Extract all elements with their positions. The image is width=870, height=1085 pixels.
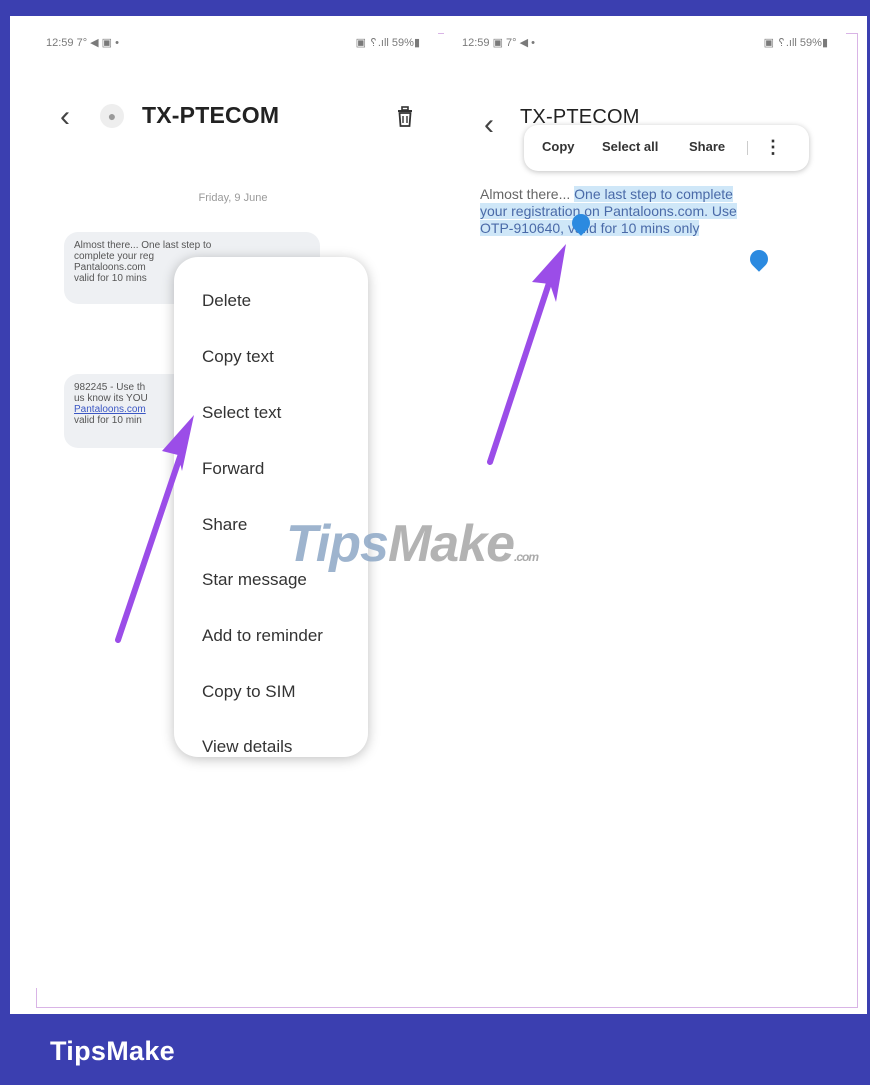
pointer-arrow-icon <box>487 244 566 465</box>
trash-icon[interactable] <box>396 106 414 128</box>
menu-item-delete[interactable]: Delete <box>202 291 251 311</box>
status-icons: ▣ ␦.ıll 59%▮ <box>763 37 828 49</box>
menu-item-view-details[interactable]: View details <box>202 737 292 757</box>
chevron-left-icon[interactable]: ‹ <box>484 108 494 142</box>
pointer-arrow-icon <box>115 415 194 643</box>
footer-brand: TipsMake <box>50 1036 175 1066</box>
watermark-com: .com <box>514 550 539 564</box>
menu-item-copy-to-sim[interactable]: Copy to SIM <box>202 682 296 702</box>
left-phone-screen: 12:59 7° ◀ ▣ • ▣ ␦.ıll 59%▮ ‹ ● TX-PTECO… <box>28 18 438 988</box>
status-bar: 12:59 ▣ 7° ◀ • ▣ ␦.ıll 59%▮ <box>462 36 828 52</box>
message-line: Almost there... One last step to <box>74 240 212 251</box>
status-time: 12:59 7° ◀ ▣ • <box>46 37 119 49</box>
conversation-title: TX-PTECOM <box>142 102 280 128</box>
message-plain-text: Almost there... <box>480 186 575 202</box>
toolbar-select-all-button[interactable]: Select all <box>602 139 658 154</box>
toolbar-share-button[interactable]: Share <box>689 139 725 154</box>
conversation-header: ‹ ● TX-PTECOM <box>28 100 438 140</box>
watermark-tips: Tips <box>286 515 389 573</box>
person-icon[interactable]: ● <box>100 104 124 128</box>
toolbar-divider <box>747 141 748 155</box>
date-separator: Friday, 9 June <box>198 192 268 204</box>
selection-end-handle[interactable] <box>746 246 772 272</box>
watermark-make: Make <box>387 515 515 573</box>
menu-item-copy-text[interactable]: Copy text <box>202 347 274 367</box>
watermark-logo: TipsMake.com <box>286 514 539 574</box>
status-time: 12:59 ▣ 7° ◀ • <box>462 37 535 49</box>
text-selection-toolbar: Copy Select all Share ⋮ <box>524 125 809 171</box>
status-icons: ▣ ␦.ıll 59%▮ <box>355 37 420 49</box>
more-vertical-icon[interactable]: ⋮ <box>764 137 782 158</box>
menu-item-add-to-reminder[interactable]: Add to reminder <box>202 626 323 646</box>
chevron-left-icon[interactable]: ‹ <box>60 100 70 134</box>
toolbar-copy-button[interactable]: Copy <box>542 139 575 154</box>
selected-text: One last step to complete <box>574 186 733 202</box>
selected-text: your registration on Pantaloons.com. Use <box>480 203 737 219</box>
right-phone-screen: 12:59 ▣ 7° ◀ • ▣ ␦.ıll 59%▮ ‹ TX-PTECOM … <box>444 18 846 988</box>
status-bar: 12:59 7° ◀ ▣ • ▣ ␦.ıll 59%▮ <box>46 36 420 52</box>
